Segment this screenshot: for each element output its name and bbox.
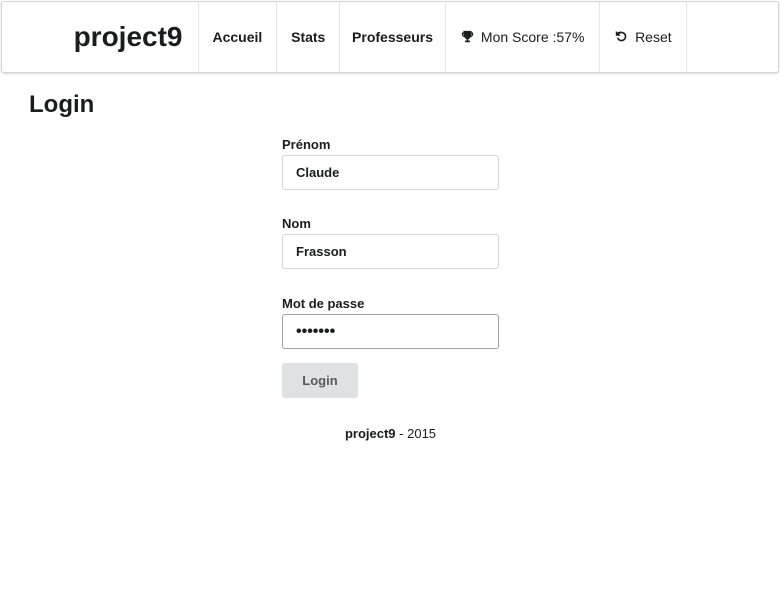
nav-empty-item — [687, 2, 778, 72]
nav-item-score[interactable]: Mon Score :57% — [446, 2, 601, 72]
first-name-input[interactable] — [282, 155, 499, 190]
score-label: Mon Score : — [480, 29, 557, 45]
page-title: Login — [29, 91, 95, 118]
nav-item-reset[interactable]: Reset — [600, 2, 688, 72]
last-name-label: Nom — [282, 216, 311, 231]
top-navbar: project9 Accueil Stats Professeurs Mon S… — [1, 1, 779, 73]
nav-item-professeurs[interactable]: Professeurs — [340, 2, 446, 72]
nav-item-label: Stats — [291, 29, 326, 45]
first-name-field: Prénom — [282, 137, 499, 190]
password-input[interactable] — [282, 314, 499, 349]
login-button[interactable]: Login — [282, 363, 358, 398]
undo-icon — [615, 30, 628, 45]
footer-separator: - — [395, 426, 408, 441]
nav-item-stats[interactable]: Stats — [277, 2, 341, 72]
nav-item-accueil[interactable]: Accueil — [199, 2, 278, 72]
footer-brand: project9 — [344, 426, 396, 441]
last-name-field: Nom — [282, 216, 499, 269]
password-label: Mot de passe — [282, 296, 365, 311]
nav-item-label: Professeurs — [352, 29, 433, 45]
first-name-label: Prénom — [282, 137, 331, 152]
score-value: 57% — [556, 29, 585, 45]
nav-item-label: Accueil — [212, 29, 263, 45]
footer-year: 2015 — [407, 426, 437, 441]
password-field: Mot de passe — [282, 296, 499, 349]
brand-logo[interactable]: project9 — [2, 2, 199, 72]
last-name-input[interactable] — [282, 234, 499, 269]
footer: project9 - 2015 — [0, 426, 781, 441]
trophy-icon — [461, 30, 474, 45]
reset-label: Reset — [635, 29, 672, 45]
